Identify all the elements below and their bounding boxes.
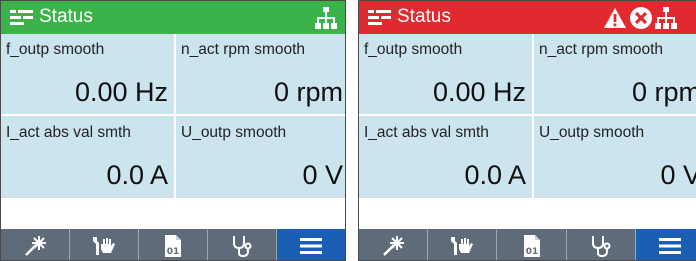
wizard-button[interactable] bbox=[359, 229, 429, 260]
hand-wrench-icon bbox=[451, 236, 474, 255]
wizard-button[interactable] bbox=[1, 229, 70, 260]
status-header: Status bbox=[359, 1, 696, 34]
value-cell-voltage[interactable]: U_outp smooth 0 V bbox=[534, 117, 696, 197]
value-cell-current[interactable]: I_act abs val smth 0.0 A bbox=[1, 117, 174, 197]
menu-button[interactable] bbox=[277, 229, 345, 260]
value-readout: 0.00 Hz bbox=[432, 77, 526, 107]
value-readout: 0 V bbox=[660, 160, 696, 190]
page-title: Status bbox=[397, 6, 451, 27]
parameter-file-number: 01 bbox=[525, 247, 538, 257]
diagnostics-button[interactable] bbox=[208, 229, 277, 260]
value-label: f_outp smooth bbox=[6, 41, 105, 58]
stethoscope-icon bbox=[591, 235, 611, 257]
manual-operation-button[interactable] bbox=[428, 229, 498, 260]
fault-icon[interactable] bbox=[629, 6, 653, 30]
hand-wrench-icon bbox=[93, 236, 115, 255]
value-readout: 0 rpm bbox=[273, 77, 343, 107]
parameter-file-number: 01 bbox=[167, 247, 180, 257]
menu-icon bbox=[658, 237, 681, 254]
value-label: I_act abs val smth bbox=[6, 124, 131, 141]
parameter-file-button[interactable]: 01 bbox=[497, 229, 567, 260]
bottom-toolbar: 01 bbox=[359, 229, 696, 260]
value-cell-voltage[interactable]: U_outp smooth 0 V bbox=[176, 117, 345, 197]
value-cell-speed[interactable]: n_act rpm smooth 0 rpm bbox=[176, 34, 345, 114]
header-icons bbox=[603, 5, 677, 31]
wizard-icon bbox=[25, 235, 46, 256]
grid-divider bbox=[359, 114, 696, 116]
parameter-file-button[interactable]: 01 bbox=[139, 229, 208, 260]
value-label: f_outp smooth bbox=[364, 41, 463, 58]
diagnostics-button[interactable] bbox=[567, 229, 636, 260]
value-cell-current[interactable]: I_act abs val smth 0.0 A bbox=[359, 117, 532, 197]
value-readout: 0.0 A bbox=[464, 160, 526, 190]
value-readout: 0 V bbox=[302, 160, 343, 190]
value-cell-frequency[interactable]: f_outp smooth 0.00 Hz bbox=[1, 34, 174, 114]
stethoscope-icon bbox=[233, 235, 252, 257]
menu-icon bbox=[300, 237, 322, 254]
wizard-icon bbox=[383, 235, 405, 256]
parameter-file-icon: 01 bbox=[523, 234, 540, 257]
status-panel-fault: Status f_outp smooth 0.00 Hz n_act rpm s… bbox=[358, 0, 696, 261]
value-label: U_outp smooth bbox=[181, 124, 287, 141]
bottom-toolbar: 01 bbox=[1, 229, 345, 260]
parameter-file-icon: 01 bbox=[165, 234, 181, 257]
value-cell-speed[interactable]: n_act rpm smooth 0 rpm bbox=[534, 34, 696, 114]
status-list-icon bbox=[10, 10, 33, 25]
value-label: n_act rpm smooth bbox=[181, 41, 306, 58]
value-readout: 0.00 Hz bbox=[74, 77, 168, 107]
status-values-grid: f_outp smooth 0.00 Hz n_act rpm smooth 0… bbox=[1, 34, 345, 198]
manual-operation-button[interactable] bbox=[70, 229, 139, 260]
menu-button[interactable] bbox=[635, 229, 696, 260]
page-title: Status bbox=[39, 6, 93, 27]
status-header: Status bbox=[1, 1, 345, 34]
header-icons bbox=[315, 5, 337, 31]
status-list-icon bbox=[368, 10, 391, 25]
warning-icon[interactable] bbox=[603, 7, 627, 29]
network-icon[interactable] bbox=[655, 7, 677, 29]
status-values-grid: f_outp smooth 0.00 Hz n_act rpm smooth 0… bbox=[359, 34, 696, 198]
value-readout: 0.0 A bbox=[106, 160, 168, 190]
value-readout: 0 rpm bbox=[631, 77, 696, 107]
value-label: U_outp smooth bbox=[539, 124, 645, 141]
status-panel-ok: Status f_outp smooth 0.00 Hz n_act rpm s… bbox=[0, 0, 346, 261]
value-cell-frequency[interactable]: f_outp smooth 0.00 Hz bbox=[359, 34, 532, 114]
value-label: I_act abs val smth bbox=[364, 124, 489, 141]
grid-divider bbox=[1, 114, 345, 116]
network-icon[interactable] bbox=[315, 7, 337, 29]
value-label: n_act rpm smooth bbox=[539, 41, 664, 58]
